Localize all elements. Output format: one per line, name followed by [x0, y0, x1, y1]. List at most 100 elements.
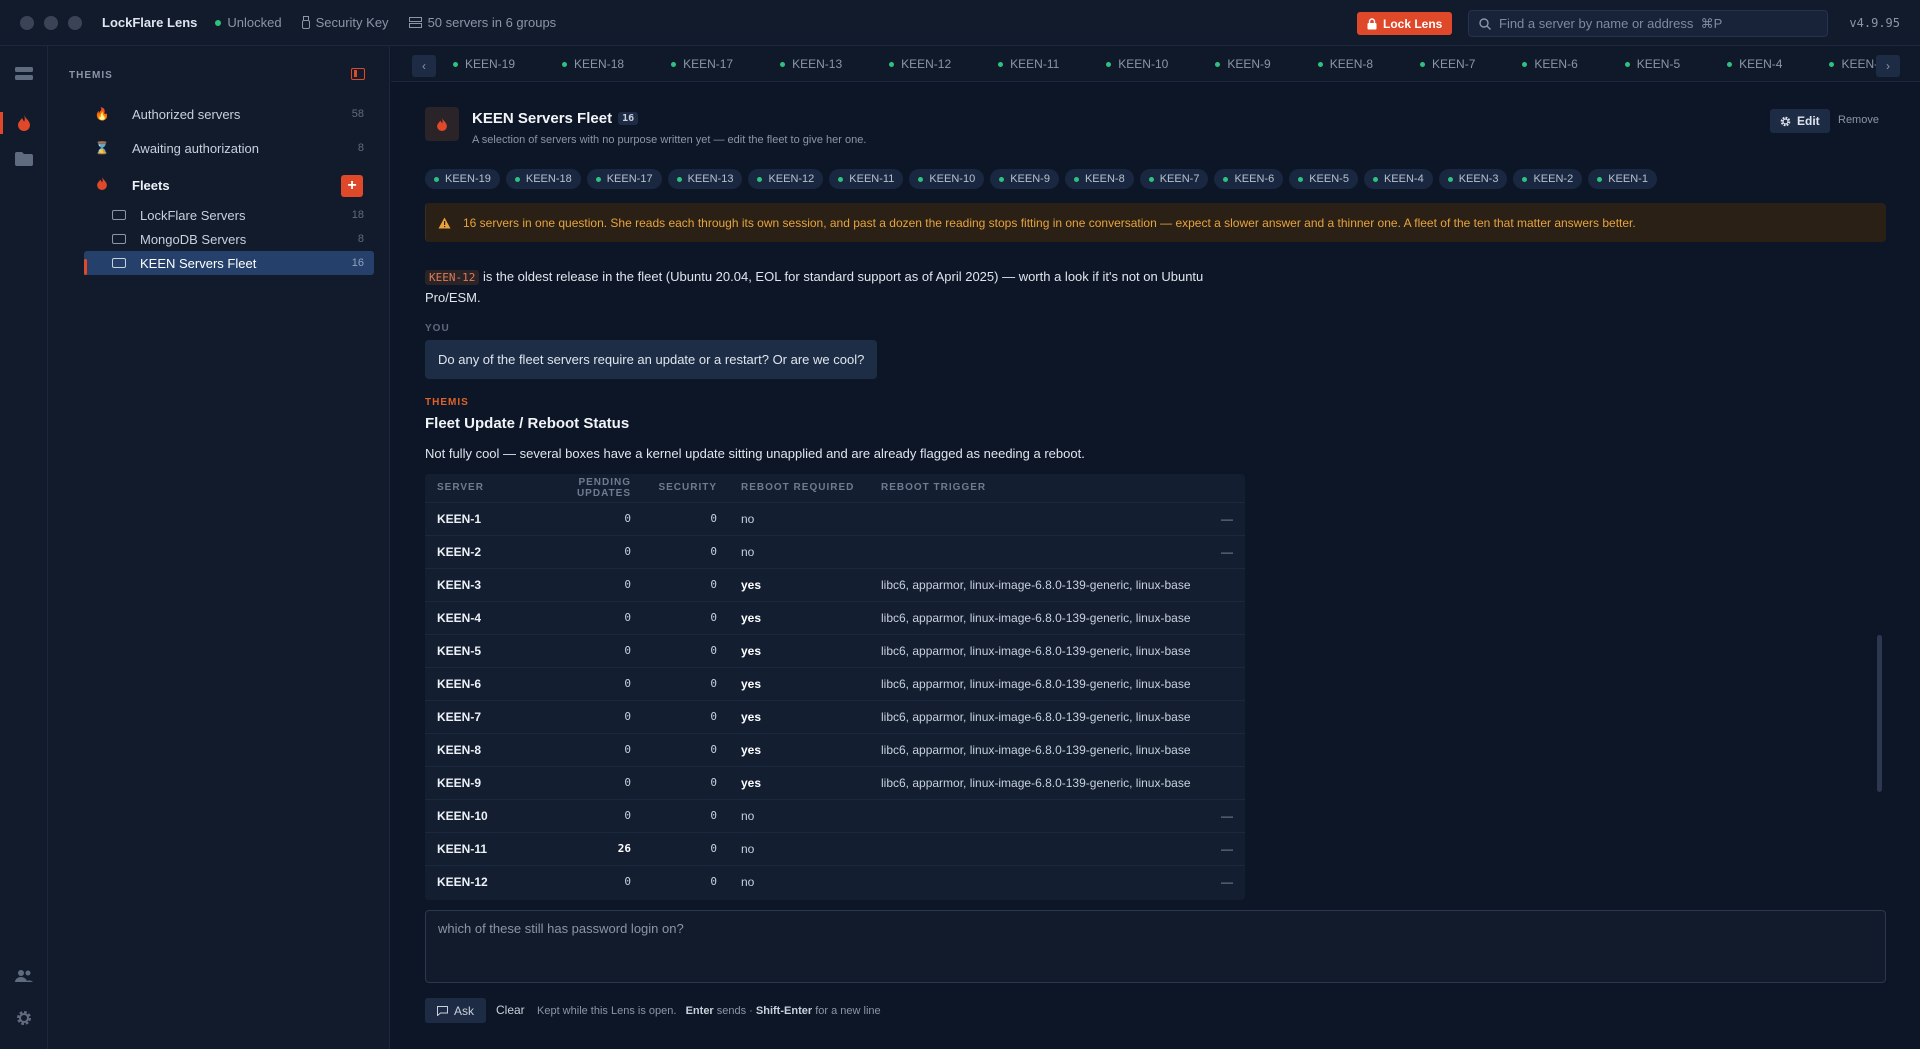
server-tab[interactable]: KEEN-17: [671, 57, 733, 71]
server-chip[interactable]: KEEN-4: [1363, 169, 1433, 189]
online-dot-icon: [1073, 176, 1079, 182]
server-tab[interactable]: KEEN-18: [562, 57, 624, 71]
tabs-scroll-right-button[interactable]: ›: [1876, 55, 1900, 77]
flame-icon: [18, 115, 30, 131]
servers-summary[interactable]: 50 servers in 6 groups: [408, 15, 557, 30]
settings-nav-button[interactable]: [14, 1008, 34, 1028]
question-composer[interactable]: [425, 910, 1886, 983]
sidebar-fleet-keen[interactable]: KEEN Servers Fleet 16: [84, 251, 374, 275]
ask-button[interactable]: Ask: [425, 998, 487, 1023]
briefcase-icon: [112, 234, 126, 244]
reboot-trigger-cell: libc6, apparmor, linux-image-6.8.0-139-g…: [869, 666, 1245, 700]
close-window-button[interactable]: [20, 15, 34, 30]
server-chip[interactable]: KEEN-19: [425, 169, 500, 189]
server-tab[interactable]: KEEN-19: [453, 57, 515, 71]
server-chip[interactable]: KEEN-8: [1064, 169, 1134, 189]
files-nav-button[interactable]: [14, 149, 34, 169]
briefcase-icon: [112, 210, 126, 220]
online-dot-icon: [999, 176, 1005, 182]
online-dot-icon: [1597, 176, 1603, 182]
table-row: KEEN-6 0 0 yes libc6, apparmor, linux-image-…: [425, 666, 1245, 700]
server-tab[interactable]: KEEN-13: [780, 57, 842, 71]
edit-fleet-button[interactable]: Edit: [1770, 109, 1830, 133]
server-tab[interactable]: KEEN-9: [1215, 57, 1271, 71]
online-dot-icon: [1215, 61, 1221, 67]
pending-updates-cell: 0: [515, 501, 643, 535]
folder-icon: [15, 152, 33, 166]
server-chip[interactable]: KEEN-13: [667, 169, 743, 189]
reboot-required-cell: yes: [729, 732, 869, 766]
pending-updates-cell: 0: [515, 699, 643, 733]
composer-hint: Kept while this Lens is open. Enter send…: [537, 1005, 881, 1017]
zoom-window-button[interactable]: [68, 15, 82, 30]
warning-icon: [438, 217, 451, 228]
server-tab[interactable]: KEEN-6: [1522, 57, 1578, 71]
server-tab[interactable]: KEEN-12: [889, 57, 951, 71]
server-tab-label: KEEN-8: [1329, 57, 1374, 71]
server-chip[interactable]: KEEN-10: [909, 169, 985, 189]
minimize-window-button[interactable]: [44, 15, 58, 30]
search-input[interactable]: [1499, 16, 1819, 31]
table-row: KEEN-11 26 0 no —: [425, 831, 1245, 865]
online-dot-icon: [918, 176, 924, 182]
reboot-trigger-cell: —: [869, 864, 1245, 898]
server-chip[interactable]: KEEN-1: [1588, 169, 1657, 189]
server-tab[interactable]: KEEN-10: [1106, 57, 1168, 71]
pending-updates-cell: 0: [515, 798, 643, 832]
server-chip[interactable]: KEEN-11: [829, 169, 904, 189]
column-header: SECURITY: [658, 482, 717, 494]
sidebar-item-fleets[interactable]: Fleets: [84, 173, 374, 197]
server-chip[interactable]: KEEN-17: [586, 169, 662, 189]
server-chip-label: KEEN-19: [445, 173, 491, 185]
users-nav-button[interactable]: [14, 966, 34, 986]
online-dot-icon: [1223, 176, 1229, 182]
server-tab-label: KEEN-4: [1739, 57, 1783, 71]
server-tab-label: KEEN-19: [465, 57, 516, 71]
question-input[interactable]: [438, 921, 1873, 972]
server-chip[interactable]: KEEN-7: [1139, 169, 1209, 189]
sidebar-fleet-mongodb[interactable]: MongoDB Servers 8: [84, 227, 374, 251]
server-chip-label: KEEN-9: [1010, 173, 1050, 185]
sidebar-item-authorized[interactable]: 🔥 Authorized servers 58: [84, 102, 374, 126]
tabs-scroll-left-button[interactable]: ‹: [412, 55, 436, 77]
clear-button[interactable]: Clear: [496, 1003, 525, 1017]
server-chip[interactable]: KEEN-5: [1289, 169, 1358, 189]
server-chip[interactable]: KEEN-2: [1513, 169, 1583, 189]
server-tab[interactable]: KEEN-5: [1624, 57, 1680, 71]
edit-fleet-label: Edit: [1797, 114, 1820, 128]
add-fleet-button[interactable]: +: [341, 175, 363, 197]
server-chip[interactable]: KEEN-6: [1214, 169, 1284, 189]
table-row: KEEN-7 0 0 yes libc6, apparmor, linux-image-…: [425, 699, 1245, 733]
remove-fleet-button[interactable]: Remove: [1838, 114, 1879, 126]
sidebar-item-awaiting[interactable]: ⌛ Awaiting authorization 8: [84, 136, 374, 160]
server-tab[interactable]: KEEN-7: [1420, 57, 1475, 71]
server-tab[interactable]: KEEN-4: [1727, 57, 1782, 71]
hint-text: for a new line: [812, 1005, 881, 1017]
reboot-required-cell: yes: [729, 699, 869, 733]
scrollbar-thumb[interactable]: [1877, 635, 1882, 792]
server-chip[interactable]: KEEN-12: [748, 169, 824, 189]
online-dot-icon: [676, 176, 682, 182]
server-chip[interactable]: KEEN-18: [505, 169, 581, 189]
server-tab[interactable]: KEEN-11: [998, 57, 1059, 71]
fleet-size-warning: 16 servers in one question. She reads ea…: [425, 203, 1886, 242]
table-row: KEEN-12 0 0 no —: [425, 864, 1245, 898]
sidebar-fleet-lockflare[interactable]: LockFlare Servers 18: [84, 203, 374, 227]
server-search[interactable]: [1468, 10, 1828, 37]
server-chip[interactable]: KEEN-3: [1438, 169, 1508, 189]
online-dot-icon: [1447, 176, 1453, 182]
lock-lens-button[interactable]: Lock Lens: [1357, 12, 1453, 35]
security-key-indicator[interactable]: Security Key: [301, 15, 389, 30]
servers-nav-button[interactable]: [14, 64, 34, 84]
server-code-chip[interactable]: KEEN-12: [425, 270, 480, 285]
table-row: KEEN-5 0 0 yes libc6, apparmor, linux-image-…: [425, 633, 1245, 667]
toggle-sidebar-button[interactable]: [351, 68, 365, 80]
server-chip[interactable]: KEEN-9: [990, 169, 1059, 189]
themis-nav-button[interactable]: [14, 113, 34, 133]
gear-icon: [1780, 116, 1791, 126]
server-tab[interactable]: KEEN-8: [1317, 57, 1374, 71]
servers-summary-label: 50 servers in 6 groups: [427, 15, 557, 30]
pending-updates-cell: 0: [515, 567, 643, 601]
pending-updates-cell: 0: [515, 600, 643, 634]
reboot-required-cell: no: [729, 798, 869, 832]
